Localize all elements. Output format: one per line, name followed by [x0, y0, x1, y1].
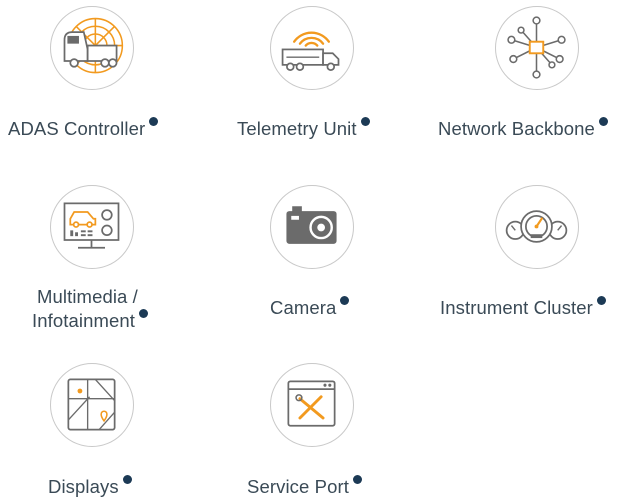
monitor-car-icon — [63, 202, 120, 249]
status-dot — [598, 117, 608, 126]
map-display-icon — [67, 378, 116, 431]
instrument-cluster-label[interactable]: Instrument Cluster — [440, 296, 606, 319]
tools-window-icon — [287, 380, 336, 427]
truck-signal-icon — [281, 31, 340, 72]
truck-radar-icon — [63, 17, 124, 74]
network-backbone-label[interactable]: Network Backbone — [438, 117, 608, 140]
status-dot — [149, 117, 159, 126]
network-hub-icon — [507, 16, 566, 79]
camera-label[interactable]: Camera — [270, 296, 350, 319]
gauges-icon — [505, 210, 568, 243]
adas-controller-icon-circle[interactable] — [50, 6, 134, 90]
adas-controller-label[interactable]: ADAS Controller — [8, 117, 159, 140]
telemetry-unit-label[interactable]: Telemetry Unit — [237, 117, 370, 140]
status-dot — [360, 117, 370, 126]
multimedia-icon-circle[interactable] — [50, 185, 134, 269]
instrument-cluster-icon-circle[interactable] — [495, 185, 579, 269]
multimedia-label-line2[interactable]: Infotainment — [32, 309, 149, 332]
camera-icon-circle[interactable] — [270, 185, 354, 269]
telemetry-unit-icon-circle[interactable] — [270, 6, 354, 90]
displays-label[interactable]: Displays — [48, 475, 132, 498]
service-port-label[interactable]: Service Port — [247, 475, 362, 498]
status-dot — [139, 309, 149, 318]
multimedia-label-line1[interactable]: Multimedia / — [37, 285, 138, 308]
status-dot — [122, 475, 132, 484]
camera-icon — [286, 206, 337, 244]
status-dot — [596, 296, 606, 305]
service-port-icon-circle[interactable] — [270, 363, 354, 447]
network-backbone-icon-circle[interactable] — [495, 6, 579, 90]
displays-icon-circle[interactable] — [50, 363, 134, 447]
status-dot — [340, 296, 350, 305]
status-dot — [352, 475, 362, 484]
